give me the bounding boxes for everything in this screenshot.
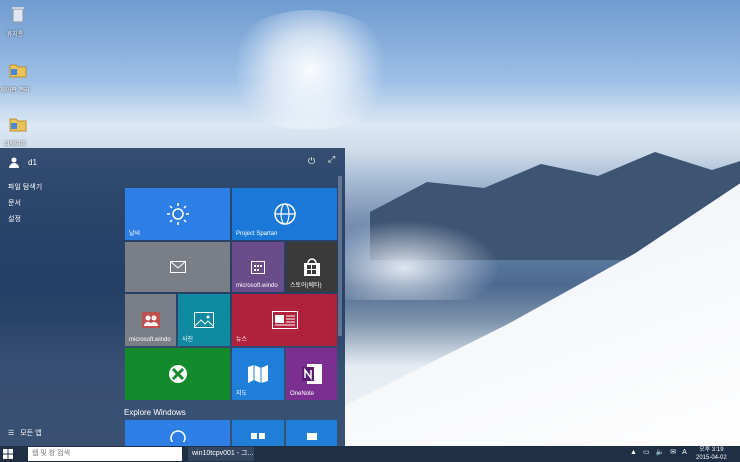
tile-label: OneNote	[290, 391, 315, 397]
tile-mail[interactable]	[125, 242, 230, 292]
expand-icon[interactable]: ⤢	[328, 154, 335, 165]
network-icon[interactable]: ▭	[643, 448, 650, 456]
nav-file-explorer[interactable]: 파일 탐색기	[8, 182, 42, 192]
desktop-icon-directory[interactable]: 디렉터리	[4, 114, 32, 148]
all-apps-button[interactable]: ☰ 모든 앱	[8, 428, 42, 438]
tile-maps[interactable]: 지도	[232, 348, 284, 400]
clock-time: 오후 3:19	[699, 447, 724, 453]
tile-calendar[interactable]: microsoft.windo	[232, 242, 284, 292]
start-left-pane: d1 파일 탐색기 문서 설정 ☰ 모든 앱	[0, 148, 120, 446]
tile-explore-1[interactable]	[125, 420, 230, 446]
recycle-bin-icon	[12, 7, 24, 23]
build-watermark: Windows 10 Technical Preview 평가판입니다. Bui…	[650, 418, 735, 432]
tile-label: 사진	[182, 337, 194, 343]
tile-store[interactable]: 스토어(베타)	[286, 242, 337, 292]
desktop-icon-control-panel[interactable]: 제어판 관리	[0, 60, 32, 94]
tile-explore-2[interactable]	[232, 420, 284, 446]
desktop-icon-label: 휴지통	[6, 32, 24, 38]
ime-indicator[interactable]: A	[682, 449, 687, 456]
valley-clouds	[340, 220, 500, 300]
clock[interactable]: 오후 3:19 2015-04-02	[696, 446, 727, 462]
power-icon[interactable]: ⏻	[308, 156, 315, 167]
tile-people[interactable]: microsoft.windo	[125, 294, 176, 346]
globe-icon	[273, 203, 296, 225]
all-apps-label: 모든 앱	[20, 430, 42, 437]
section-explore-windows: Explore Windows	[124, 408, 186, 417]
user-name: d1	[28, 157, 37, 167]
tile-onenote[interactable]: OneNote	[286, 348, 337, 400]
watermark-line: 평가판입니다. Build 10049	[666, 425, 735, 431]
calendar-icon	[251, 261, 265, 274]
taskbar: 웹 및 창 검색 win10tcpv001 - 그... ▲ ▭ 🔈 ✉ A 오…	[0, 446, 740, 462]
scrollbar[interactable]	[338, 176, 342, 336]
tile-label: microsoft.windo	[236, 283, 278, 289]
start-menu: d1 파일 탐색기 문서 설정 ☰ 모든 앱 ⏻ ⤢ 날씨 Project Sp…	[0, 148, 345, 446]
folder-icon	[9, 64, 27, 78]
list-icon: ☰	[8, 430, 15, 437]
tile-photos[interactable]: 사진	[178, 294, 230, 346]
xbox-icon	[168, 365, 187, 383]
user-account[interactable]: d1	[8, 156, 37, 168]
watermark-line: Windows 10 Technical Preview	[652, 418, 735, 424]
tile-explore-3[interactable]	[286, 420, 337, 446]
tile-weather[interactable]: 날씨	[125, 188, 230, 240]
people-icon	[141, 312, 160, 328]
tile-label: microsoft.windo	[129, 337, 171, 343]
system-tray: ▲ ▭ 🔈 ✉ A	[630, 448, 687, 457]
nav-settings[interactable]: 설정	[8, 214, 21, 224]
desktop-icon-label: 디렉터리	[3, 142, 27, 148]
windows-start-icon[interactable]	[3, 449, 13, 459]
volume-icon[interactable]: 🔈	[656, 448, 665, 456]
photo-icon	[194, 312, 214, 328]
sun-glow	[220, 10, 400, 130]
notification-icon[interactable]: ✉	[670, 448, 676, 456]
tile-xbox[interactable]	[125, 348, 230, 400]
clock-date: 2015-04-02	[696, 455, 727, 461]
user-icon	[9, 157, 19, 168]
tile-label: 스토어(베타)	[290, 283, 322, 289]
chevron-up-icon[interactable]: ▲	[630, 449, 637, 456]
map-icon	[248, 365, 268, 383]
tile-label: 뉴스	[236, 337, 248, 343]
folder-icon	[9, 118, 27, 132]
sun-icon	[166, 203, 189, 225]
desktop-icon-recycle-bin[interactable]: 휴지통	[4, 4, 32, 38]
store-icon	[303, 258, 320, 276]
windows-icon	[251, 433, 265, 439]
tile-news[interactable]: 뉴스	[232, 294, 337, 346]
tile-label: 지도	[236, 391, 248, 397]
mail-icon	[169, 261, 186, 273]
nav-documents[interactable]: 문서	[8, 198, 21, 208]
tile-label: 날씨	[129, 231, 141, 237]
help-icon	[169, 430, 186, 442]
tile-label: Project Spartan	[236, 231, 278, 237]
onenote-icon	[301, 364, 322, 384]
desktop-icon-label: 제어판 관리	[0, 88, 30, 94]
chat-icon	[306, 433, 317, 440]
taskbar-search-box[interactable]: 웹 및 창 검색	[28, 447, 182, 461]
taskbar-app-button[interactable]: win10tcpv001 - 그...	[188, 447, 254, 461]
tile-project-spartan[interactable]: Project Spartan	[232, 188, 337, 240]
news-icon	[271, 311, 298, 329]
